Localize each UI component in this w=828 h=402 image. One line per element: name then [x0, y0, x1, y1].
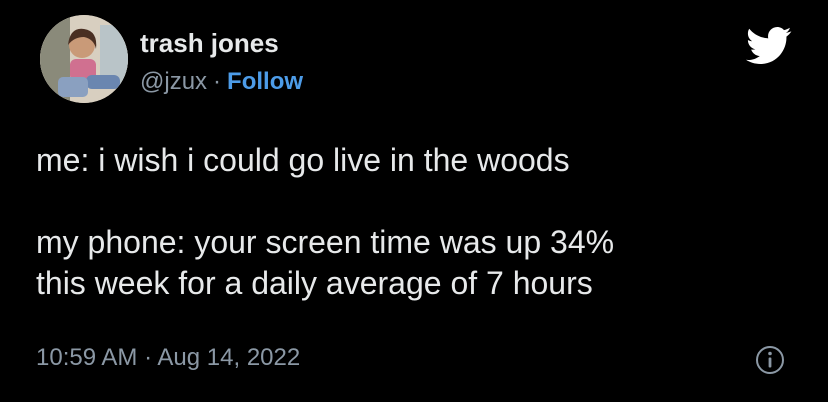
separator-dot: · [144, 344, 153, 371]
display-name[interactable]: trash jones [140, 28, 279, 59]
user-handle[interactable]: @jzux [140, 68, 207, 95]
info-icon[interactable] [754, 344, 786, 376]
tweet-text: me: i wish i could go live in the woods … [36, 140, 796, 304]
avatar[interactable] [40, 15, 128, 103]
tweet-card: trash jones @jzux · Follow me: i wish i co… [0, 0, 828, 402]
follow-button[interactable]: Follow [227, 68, 303, 95]
separator-dot: · [213, 68, 222, 95]
tweet-line: my phone: your screen time was up 34% [36, 224, 615, 260]
tweet-time: 10:59 AM [36, 344, 138, 371]
tweet-line: me: i wish i could go live in the woods [36, 142, 570, 178]
handle-line: @jzux · Follow [140, 68, 303, 96]
twitter-bird-icon[interactable] [746, 26, 792, 66]
tweet-line: this week for a daily average of 7 hours [36, 265, 593, 301]
tweet-timestamp[interactable]: 10:59 AM · Aug 14, 2022 [36, 344, 300, 372]
tweet-date: Aug 14, 2022 [157, 344, 301, 371]
